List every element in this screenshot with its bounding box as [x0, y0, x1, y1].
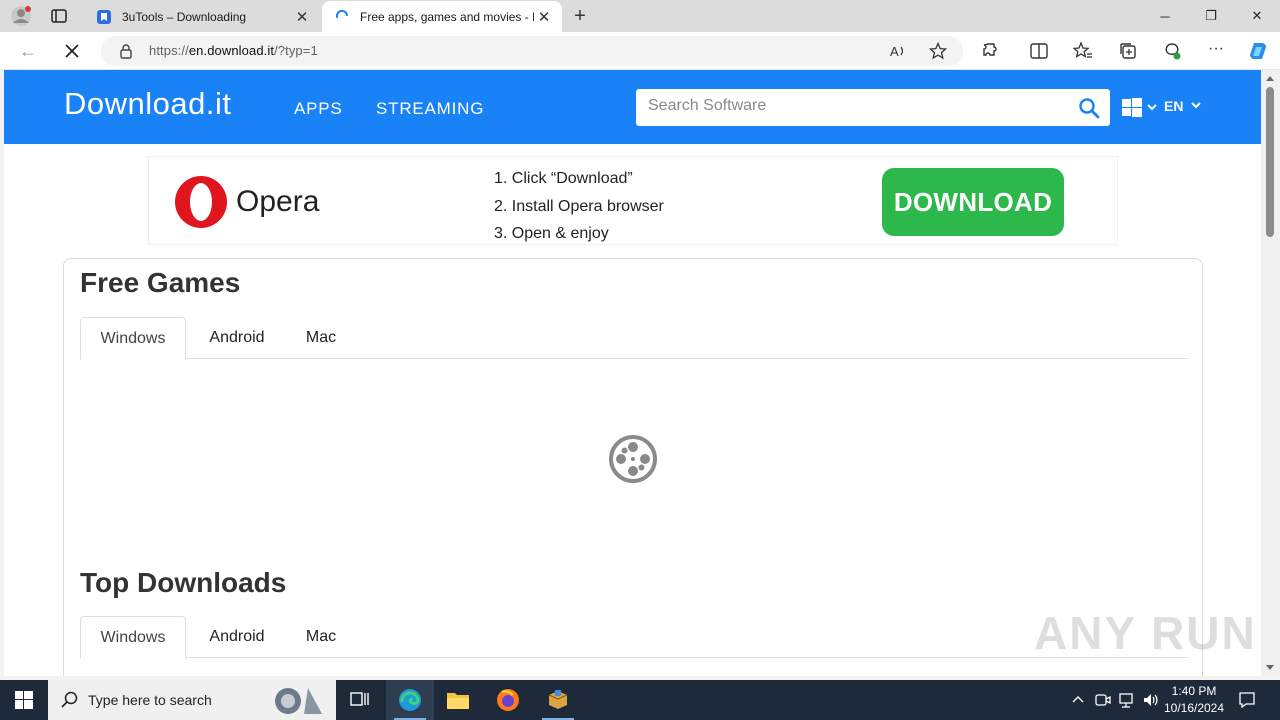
start-button[interactable]	[0, 680, 48, 720]
scroll-thumb[interactable]	[1266, 87, 1274, 237]
ad-download-button[interactable]: DOWNLOAD	[882, 168, 1064, 236]
url-text: https://en.download.it/?typ=1	[149, 43, 318, 58]
package-icon	[548, 690, 568, 709]
page-viewport: Download.it APPS STREAMING EN	[4, 70, 1261, 676]
taskbar-clock[interactable]: 1:40 PM 10/16/2024	[1160, 683, 1228, 717]
tab-android[interactable]: Android	[186, 616, 288, 658]
address-bar[interactable]: https://en.download.it/?typ=1 A	[101, 36, 963, 66]
taskbar-firefox[interactable]	[484, 680, 532, 720]
site-header: Download.it APPS STREAMING EN	[4, 70, 1261, 144]
more-menu-icon[interactable]: ···	[1206, 40, 1226, 60]
folder-icon	[447, 693, 469, 709]
network-icon[interactable]	[1118, 691, 1136, 709]
meet-now-icon[interactable]	[1094, 691, 1112, 709]
nav-streaming[interactable]: STREAMING	[376, 99, 484, 119]
task-view-icon	[350, 692, 369, 706]
new-tab-button[interactable]: +	[569, 5, 591, 27]
tab-download-it[interactable]: Free apps, games and movies - D ✕	[322, 1, 562, 32]
scroll-up-arrow-icon[interactable]	[1266, 76, 1274, 81]
tab-mac[interactable]: Mac	[288, 317, 354, 359]
close-tab-icon[interactable]: ✕	[534, 7, 554, 27]
split-screen-icon[interactable]	[1029, 41, 1049, 61]
back-arrow-icon[interactable]: ←	[17, 40, 39, 62]
search-highlight-icon	[275, 688, 322, 714]
nav-apps[interactable]: APPS	[294, 99, 343, 119]
section-title-free-games: Free Games	[80, 267, 241, 298]
taskbar-edge[interactable]	[386, 680, 434, 720]
lock-icon[interactable]	[119, 43, 133, 59]
windows-logo-icon	[15, 691, 33, 709]
3utools-favicon-icon	[97, 9, 111, 24]
top-downloads-tabs: Windows Android Mac	[80, 616, 1188, 659]
collections-icon[interactable]	[1118, 41, 1138, 61]
language-select[interactable]: EN	[1164, 98, 1202, 114]
taskbar-search-placeholder: Type here to search	[88, 692, 212, 708]
ad-step: 2. Install Opera browser	[494, 197, 664, 215]
browser-essentials-icon[interactable]	[1162, 41, 1182, 61]
ad-step: 1. Click “Download”	[494, 170, 633, 187]
page-scrollbar[interactable]	[1261, 70, 1280, 676]
anyrun-watermark: ANY RUN	[1034, 607, 1257, 659]
tab-mac[interactable]: Mac	[288, 616, 354, 658]
window-controls: ─ ❐ ✕	[1142, 0, 1280, 32]
tab-android[interactable]: Android	[186, 317, 288, 359]
opera-brand-text: Opera	[236, 185, 320, 218]
copilot-icon[interactable]	[1248, 41, 1268, 61]
edge-icon	[399, 689, 421, 711]
browser-toolbar: ← https://en.download.it/?typ=1 A ···	[0, 32, 1280, 70]
read-aloud-icon[interactable]: A	[889, 42, 907, 60]
search-icon[interactable]	[1078, 97, 1100, 119]
film-reel-loading-icon	[609, 435, 657, 483]
section-title-top-downloads: Top Downloads	[80, 567, 287, 598]
taskbar-search[interactable]: Type here to search	[48, 680, 336, 720]
ad-steps: 1. Click “Download” 2. Install Opera bro…	[494, 165, 664, 248]
profile-icon[interactable]	[10, 5, 32, 27]
search-icon	[61, 691, 78, 708]
task-view-button[interactable]	[336, 680, 384, 720]
notifications-icon[interactable]	[1238, 691, 1256, 709]
content-card: Free Games Windows Android Mac Top Downl…	[63, 258, 1203, 676]
search-input[interactable]	[648, 97, 1068, 115]
stop-loading-icon[interactable]	[61, 40, 83, 62]
close-window-button[interactable]: ✕	[1234, 0, 1280, 32]
tab-title: Free apps, games and movies - D	[360, 9, 534, 24]
tab-windows[interactable]: Windows	[80, 616, 186, 659]
close-tab-icon[interactable]: ✕	[292, 7, 312, 27]
tab-strip: 3uTools – Downloading ✕ Free apps, games…	[0, 0, 1280, 32]
search-box	[636, 89, 1110, 126]
volume-icon[interactable]	[1142, 691, 1160, 709]
tab-title: 3uTools – Downloading	[122, 9, 247, 24]
clock-time: 1:40 PM	[1171, 684, 1217, 698]
taskbar: Type here to search 1:40 PM 10/16/2024	[0, 680, 1280, 720]
chevron-up-icon[interactable]	[1070, 692, 1086, 708]
site-logo[interactable]: Download.it	[64, 86, 231, 122]
tab-actions-icon[interactable]	[50, 7, 68, 25]
extensions-icon[interactable]	[981, 41, 1001, 61]
opera-ad-banner[interactable]: Opera 1. Click “Download” 2. Install Ope…	[148, 156, 1118, 245]
minimize-button[interactable]: ─	[1142, 0, 1188, 32]
favorites-icon[interactable]	[1073, 41, 1093, 61]
clock-date: 10/16/2024	[1163, 701, 1225, 715]
opera-logo-icon	[175, 176, 227, 228]
firefox-icon	[497, 689, 519, 711]
free-games-tabs: Windows Android Mac	[80, 317, 1188, 360]
tab-3utools[interactable]: 3uTools – Downloading ✕	[84, 1, 320, 32]
taskbar-installer[interactable]	[534, 680, 582, 720]
favorite-star-icon[interactable]	[929, 42, 947, 60]
svg-text:A: A	[890, 44, 899, 59]
tab-windows[interactable]: Windows	[80, 317, 186, 360]
chevron-down-icon	[1191, 102, 1202, 109]
system-tray	[1070, 680, 1160, 720]
restore-button[interactable]: ❐	[1188, 0, 1234, 32]
ad-step: 3. Open & enjoy	[494, 225, 609, 242]
windows-os-select-icon[interactable]	[1122, 97, 1162, 119]
taskbar-file-explorer[interactable]	[434, 680, 482, 720]
scroll-down-arrow-icon[interactable]	[1266, 665, 1274, 670]
loading-spinner-icon	[335, 9, 348, 18]
